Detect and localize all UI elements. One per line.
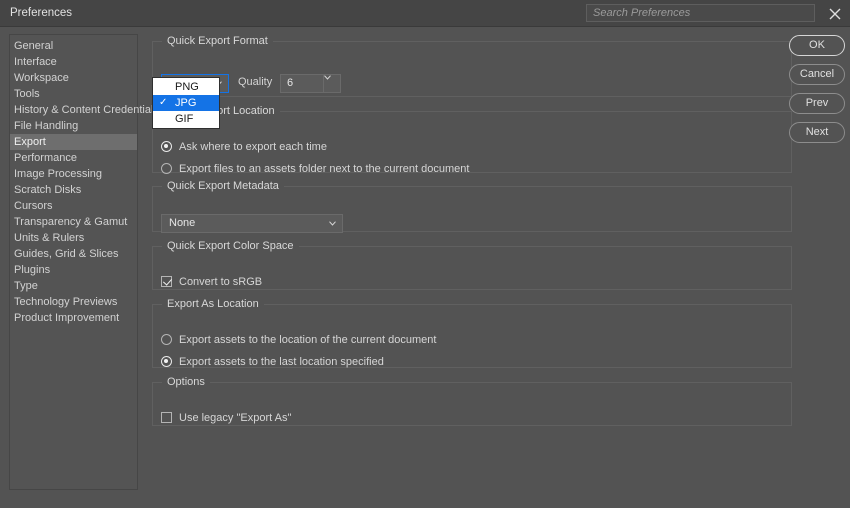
group-export-as-location: Export As Location Export assets to the …: [152, 298, 792, 368]
sidebar-item-label: Interface: [14, 56, 57, 68]
group-quick-export-metadata: Quick Export Metadata None: [152, 180, 792, 233]
sidebar-item-label: Performance: [14, 152, 77, 164]
sidebar-item-image-processing[interactable]: Image Processing: [10, 166, 137, 182]
sidebar-item-type[interactable]: Type: [10, 278, 137, 294]
radio-indicator: [161, 141, 172, 152]
sidebar-item-plugins[interactable]: Plugins: [10, 262, 137, 278]
preferences-category-list[interactable]: General Interface Workspace Tools Histor…: [9, 34, 159, 490]
dropdown-option-label: PNG: [175, 81, 199, 93]
sidebar-item-label: Workspace: [14, 72, 69, 84]
sidebar-item-technology-previews[interactable]: Technology Previews: [10, 294, 137, 310]
sidebar-item-history-content-credentials[interactable]: History & Content Credentials: [10, 102, 159, 118]
sidebar-item-label: Product Improvement: [14, 312, 120, 324]
search-preferences-box[interactable]: [586, 4, 815, 22]
radio-label: Export files to an assets folder next to…: [179, 163, 470, 175]
sidebar-item-label: Units & Rulers: [14, 232, 85, 244]
radio-label: Ask where to export each time: [179, 141, 327, 153]
group-quick-export-format: Quick Export Format JPG Quality 6: [152, 35, 792, 97]
group-title: Quick Export Format: [167, 35, 268, 47]
checkbox-label: Use legacy "Export As": [179, 412, 292, 424]
quality-input[interactable]: 6: [280, 74, 324, 93]
group-title: Export As Location: [167, 298, 259, 310]
sidebar-item-transparency-gamut[interactable]: Transparency & Gamut: [10, 214, 137, 230]
checkbox-indicator: [161, 412, 172, 423]
sidebar-item-general[interactable]: General: [10, 38, 137, 54]
dropdown-option-png[interactable]: PNG: [153, 79, 219, 95]
window-title: Preferences: [10, 7, 73, 19]
search-input[interactable]: [587, 5, 814, 21]
radio-indicator: [161, 356, 172, 367]
sidebar-item-units-rulers[interactable]: Units & Rulers: [10, 230, 137, 246]
sidebar-item-label: Cursors: [14, 200, 53, 212]
sidebar-item-cursors[interactable]: Cursors: [10, 198, 137, 214]
preferences-main-panel: Quick Export Format JPG Quality 6 Quick …: [152, 30, 792, 500]
sidebar-item-label: Plugins: [14, 264, 51, 276]
radio-indicator: [161, 334, 172, 345]
chevron-down-icon: [329, 221, 336, 226]
sidebar-item-label: Transparency & Gamut: [14, 216, 128, 228]
sidebar-item-label: History & Content Credentials: [14, 104, 159, 116]
quality-label: Quality: [238, 76, 273, 88]
group-options: Options Use legacy "Export As": [152, 376, 792, 426]
sidebar-item-label: Guides, Grid & Slices: [14, 248, 119, 260]
group-quick-export-location: Quick Export Location Ask where to expor…: [152, 105, 792, 175]
dialog-buttons: OK Cancel Prev Next: [789, 35, 845, 151]
quick-export-metadata-select[interactable]: None: [161, 214, 343, 233]
dropdown-option-label: GIF: [175, 113, 194, 125]
quality-value: 6: [287, 77, 294, 89]
quick-export-format-dropdown-list[interactable]: PNG ✓ JPG GIF: [152, 77, 220, 129]
sidebar-item-scratch-disks[interactable]: Scratch Disks: [10, 182, 137, 198]
radio-indicator: [161, 163, 172, 174]
sidebar-item-label: General: [14, 40, 54, 52]
sidebar-item-label: Export: [14, 136, 46, 148]
next-button[interactable]: Next: [789, 122, 845, 143]
sidebar-item-label: Technology Previews: [14, 296, 118, 308]
check-icon: ✓: [159, 97, 168, 108]
sidebar-item-label: Type: [14, 280, 38, 292]
checkbox-label: Convert to sRGB: [179, 276, 263, 288]
group-title: Quick Export Metadata: [167, 180, 279, 192]
cancel-button[interactable]: Cancel: [789, 64, 845, 85]
checkbox-indicator: [161, 276, 172, 287]
sidebar-item-guides-grid-slices[interactable]: Guides, Grid & Slices: [10, 246, 137, 262]
ok-button[interactable]: OK: [789, 35, 845, 56]
sidebar-item-label: File Handling: [14, 120, 79, 132]
sidebar-item-label: Tools: [14, 88, 40, 100]
sidebar-item-export[interactable]: Export: [10, 134, 137, 150]
radio-label: Export assets to the last location speci…: [179, 356, 384, 368]
group-title: Options: [167, 376, 205, 388]
prev-button[interactable]: Prev: [789, 93, 845, 114]
chevron-down-icon: [324, 75, 340, 80]
title-bar: Preferences: [0, 0, 850, 27]
group-title: Quick Export Color Space: [167, 240, 294, 252]
group-quick-export-color-space: Quick Export Color Space Convert to sRGB: [152, 240, 792, 290]
dropdown-option-label: JPG: [175, 97, 197, 109]
sidebar-item-workspace[interactable]: Workspace: [10, 70, 137, 86]
dropdown-option-jpg[interactable]: ✓ JPG: [153, 95, 219, 111]
sidebar-item-label: Scratch Disks: [14, 184, 82, 196]
quick-export-metadata-value: None: [169, 217, 196, 229]
sidebar-item-label: Image Processing: [14, 168, 103, 180]
radio-label: Export assets to the location of the cur…: [179, 334, 437, 346]
sidebar-item-interface[interactable]: Interface: [10, 54, 137, 70]
close-icon[interactable]: [826, 5, 844, 23]
sidebar-item-tools[interactable]: Tools: [10, 86, 137, 102]
sidebar-item-product-improvement[interactable]: Product Improvement: [10, 310, 137, 326]
quality-stepper[interactable]: [324, 74, 341, 93]
sidebar-item-file-handling[interactable]: File Handling: [10, 118, 137, 134]
dropdown-option-gif[interactable]: GIF: [153, 111, 219, 127]
sidebar-item-performance[interactable]: Performance: [10, 150, 137, 166]
